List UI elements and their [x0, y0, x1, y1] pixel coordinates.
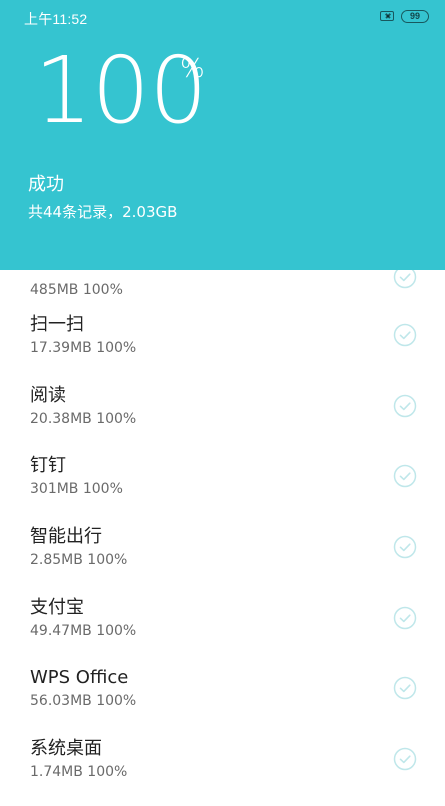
list-item: 阅读 20.38MB 100% [0, 383, 445, 453]
check-circle-icon [393, 323, 417, 347]
no-sim-icon [380, 11, 394, 21]
item-name: 支付宝 [30, 597, 84, 618]
check-circle-icon [393, 394, 417, 418]
item-name: 钉钉 [30, 455, 66, 476]
item-name: 扫一扫 [30, 314, 84, 335]
status-time: 上午11:52 [24, 11, 88, 27]
result-status: 成功 [28, 174, 64, 195]
check-circle-icon [393, 464, 417, 488]
status-bar: 上午11:52 99 [0, 0, 445, 36]
progress-number: 100 [34, 37, 208, 144]
list-item: 钉钉 301MB 100% [0, 453, 445, 523]
check-circle-icon [393, 606, 417, 630]
item-meta: 56.03MB 100% [30, 693, 137, 709]
item-meta: 49.47MB 100% [30, 623, 137, 639]
item-meta: 485MB 100% [30, 282, 123, 298]
item-name: 智能出行 [30, 526, 102, 547]
item-meta: 2.85MB 100% [30, 552, 128, 568]
item-meta: 1.74MB 100% [30, 764, 128, 780]
list-item: WPS Office 56.03MB 100% [0, 665, 445, 735]
result-summary: 共44条记录，2.03GB [28, 203, 178, 221]
check-circle-icon [393, 676, 417, 700]
check-circle-icon [393, 747, 417, 771]
item-meta: 301MB 100% [30, 481, 123, 497]
list-item: 系统桌面 1.74MB 100% [0, 736, 445, 806]
list-item: 扫一扫 17.39MB 100% [0, 312, 445, 382]
header-panel: 上午11:52 99 100 % 成功 共44条记录，2.03GB [0, 0, 445, 270]
item-name: WPS Office [30, 667, 129, 688]
percent-sign: % [180, 54, 205, 84]
list-item: 支付宝 49.47MB 100% [0, 595, 445, 665]
item-name: 系统桌面 [30, 738, 102, 759]
item-meta: 20.38MB 100% [30, 411, 137, 427]
battery-icon: 99 [401, 10, 429, 23]
progress-percentage: 100 % [34, 36, 208, 146]
item-name: 阅读 [30, 385, 66, 406]
check-circle-icon [393, 535, 417, 559]
list-item: 智能出行 2.85MB 100% [0, 524, 445, 594]
item-meta: 17.39MB 100% [30, 340, 137, 356]
